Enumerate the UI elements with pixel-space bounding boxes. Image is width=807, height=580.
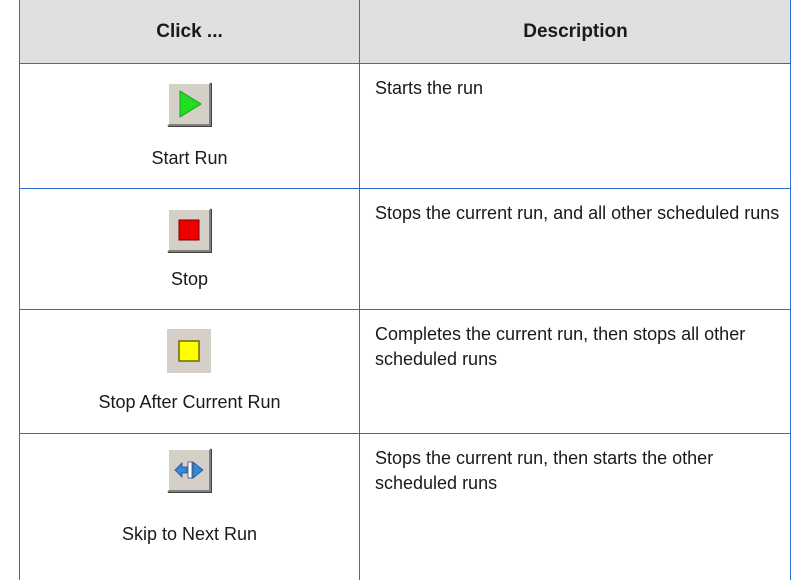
stop-after-current-run-description: Completes the current run, then stops al…: [375, 324, 746, 369]
skip-to-next-run-label: Skip to Next Run: [121, 524, 258, 544]
skip-next-icon: [174, 461, 204, 479]
skip-to-next-run-description: Stops the current run, then starts the o…: [375, 448, 714, 493]
stop-after-current-run-label: Stop After Current Run: [98, 392, 281, 412]
table-row: Skip to Next Run Stops the current run, …: [20, 434, 790, 580]
header-click: Click ...: [156, 21, 223, 42]
click-cell: Stop After Current Run: [20, 310, 359, 433]
click-cell: Skip to Next Run: [20, 434, 359, 580]
start-run-button[interactable]: [167, 82, 211, 126]
stop-label: Stop: [170, 269, 209, 289]
run-controls-table: Click ... Description Start Run Starts t…: [19, 0, 791, 580]
stop-description: Stops the current run, and all other sch…: [375, 203, 780, 223]
stop-after-current-icon: [178, 340, 200, 362]
table-header-row: Click ... Description: [20, 0, 790, 64]
click-cell: Stop: [20, 189, 359, 309]
stop-button[interactable]: [167, 208, 211, 252]
stop-after-current-run-button[interactable]: [167, 329, 211, 373]
start-run-label: Start Run: [151, 148, 228, 168]
start-run-description: Starts the run: [375, 78, 484, 98]
play-icon: [179, 90, 202, 118]
table-row: Stop Stops the current run, and all othe…: [20, 189, 790, 310]
click-cell: Start Run: [20, 64, 359, 188]
table-row: Start Run Starts the run: [20, 64, 790, 189]
table-row: Stop After Current Run Completes the cur…: [20, 310, 790, 434]
skip-to-next-run-button[interactable]: [167, 448, 211, 492]
stop-icon: [178, 219, 200, 241]
header-description: Description: [523, 21, 628, 42]
